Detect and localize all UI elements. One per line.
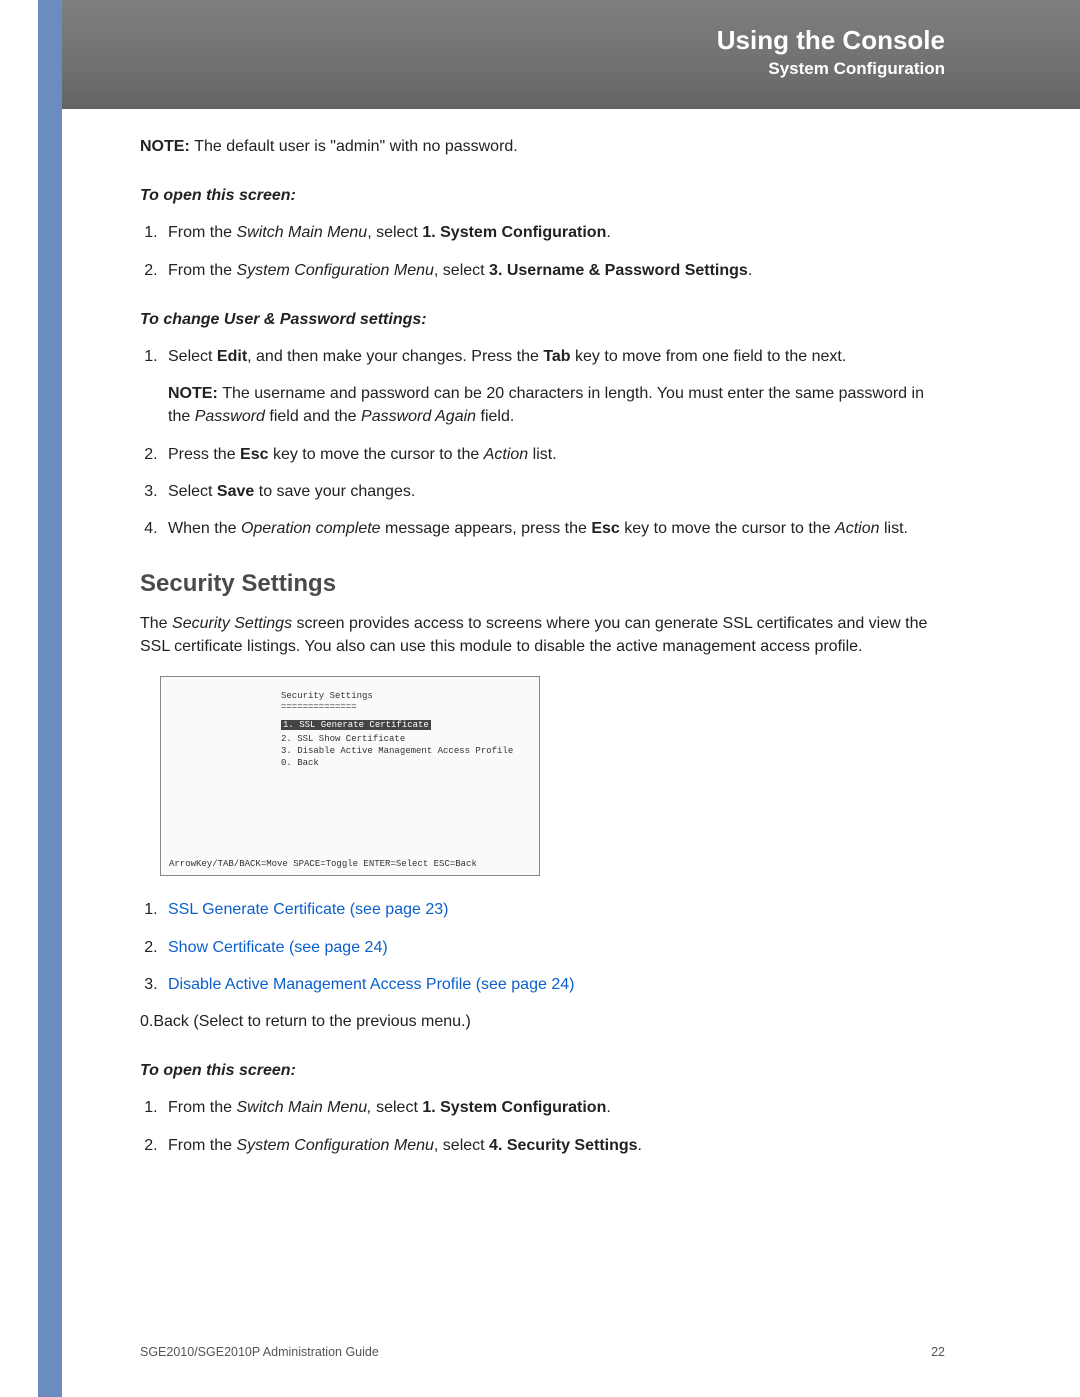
console-footer-hint: ArrowKey/TAB/BACK=Move SPACE=Toggle ENTE… — [169, 859, 477, 869]
note-default-user: NOTE: The default user is "admin" with n… — [140, 135, 945, 158]
link-disable-profile[interactable]: Disable Active Management Access Profile… — [168, 976, 574, 993]
link-ssl-generate[interactable]: SSL Generate Certificate (see page 23) — [168, 901, 448, 918]
list-item: Disable Active Management Access Profile… — [162, 973, 945, 996]
footer-guide-name: SGE2010/SGE2010P Administration Guide — [140, 1345, 379, 1359]
note-password-length: NOTE: The username and password can be 2… — [168, 382, 945, 428]
console-screenshot: Security Settings ============== 1. SSL … — [160, 676, 540, 876]
step: From the Switch Main Menu, select 1. Sys… — [162, 1096, 945, 1119]
console-rule: ============== — [281, 702, 531, 712]
security-links-list: SSL Generate Certificate (see page 23) S… — [140, 898, 945, 996]
header-title: Using the Console — [717, 25, 945, 56]
footer-page-number: 22 — [931, 1345, 945, 1359]
subhead-open-screen-1: To open this screen: — [140, 184, 945, 207]
console-title: Security Settings — [281, 691, 531, 701]
console-menu-item: 0. Back — [281, 758, 531, 768]
step: From the Switch Main Menu, select 1. Sys… — [162, 221, 945, 244]
change-settings-steps: Select Edit, and then make your changes.… — [140, 345, 945, 540]
list-item: SSL Generate Certificate (see page 23) — [162, 898, 945, 921]
step: When the Operation complete message appe… — [162, 517, 945, 540]
step: Press the Esc key to move the cursor to … — [162, 443, 945, 466]
step: From the System Configuration Menu, sele… — [162, 1134, 945, 1157]
step: Select Edit, and then make your changes.… — [162, 345, 945, 429]
section-heading-security-settings: Security Settings — [140, 570, 945, 598]
header-subtitle: System Configuration — [768, 59, 945, 79]
security-settings-intro: The Security Settings screen provides ac… — [140, 612, 945, 658]
console-menu-item: 2. SSL Show Certificate — [281, 734, 531, 744]
side-accent-bar — [38, 0, 62, 1397]
subhead-change-settings: To change User & Password settings: — [140, 308, 945, 331]
open-screen-steps-2: From the Switch Main Menu, select 1. Sys… — [140, 1096, 945, 1156]
subhead-open-screen-2: To open this screen: — [140, 1059, 945, 1082]
note-label: NOTE: — [140, 138, 194, 155]
content: NOTE: The default user is "admin" with n… — [140, 135, 945, 1171]
step: From the System Configuration Menu, sele… — [162, 259, 945, 282]
console-menu-item-selected: 1. SSL Generate Certificate — [281, 720, 431, 730]
header-band: Using the Console System Configuration — [62, 0, 1080, 109]
console-menu-item: 3. Disable Active Management Access Prof… — [281, 746, 531, 756]
link-show-certificate[interactable]: Show Certificate (see page 24) — [168, 939, 388, 956]
step: Select Save to save your changes. — [162, 480, 945, 503]
open-screen-steps-1: From the Switch Main Menu, select 1. Sys… — [140, 221, 945, 281]
note-text: The default user is "admin" with no pass… — [194, 138, 518, 155]
page: Using the Console System Configuration N… — [0, 0, 1080, 1397]
back-option: 0.Back (Select to return to the previous… — [140, 1010, 945, 1033]
console-inner: Security Settings ============== 1. SSL … — [161, 677, 539, 768]
page-footer: SGE2010/SGE2010P Administration Guide 22 — [140, 1345, 945, 1359]
list-item: Show Certificate (see page 24) — [162, 936, 945, 959]
